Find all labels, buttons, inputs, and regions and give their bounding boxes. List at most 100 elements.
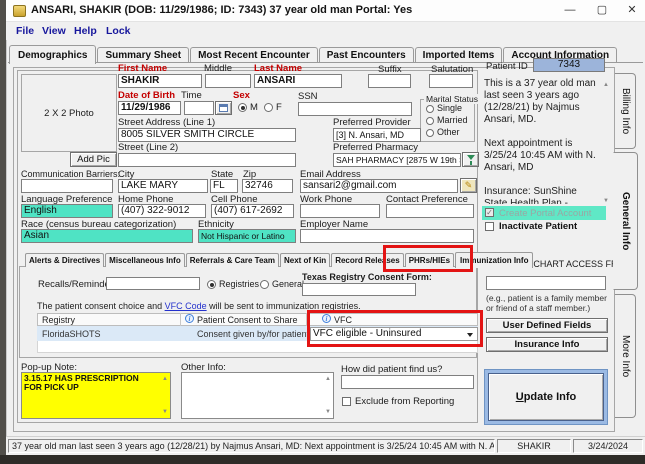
street2-input[interactable] xyxy=(118,153,296,167)
general-radio[interactable] xyxy=(260,280,269,289)
registry-cell: FloridaSHOTS xyxy=(42,329,101,339)
add-pic-button[interactable]: Add Pic xyxy=(70,152,117,167)
tab-most-recent-encounter[interactable]: Most Recent Encounter xyxy=(190,47,318,63)
sex-male-radio[interactable] xyxy=(238,103,247,112)
ssn-label: SSN xyxy=(298,91,318,102)
info-icon[interactable]: i xyxy=(185,314,194,323)
photo-placeholder: 2 X 2 Photo xyxy=(21,74,117,152)
scroll-down-icon[interactable]: ▼ xyxy=(325,409,331,415)
tab-summary-sheet[interactable]: Summary Sheet xyxy=(97,47,190,63)
exclude-reporting-checkbox[interactable] xyxy=(342,397,351,406)
work-phone-input[interactable] xyxy=(300,204,380,218)
menu-view[interactable]: View xyxy=(42,25,66,37)
calendar-icon[interactable] xyxy=(215,101,232,115)
background-window-bottom-strip xyxy=(0,455,645,464)
pharmacy-picker-icon[interactable] xyxy=(462,152,479,167)
first-name-input[interactable]: SHAKIR xyxy=(118,74,202,88)
insurance-info-button[interactable]: Insurance Info xyxy=(486,337,608,352)
employer-input[interactable] xyxy=(300,229,474,243)
city-select[interactable]: LAKE MARY xyxy=(118,179,208,193)
cell-phone-input[interactable]: (407) 617-2692 xyxy=(211,204,294,218)
race-select[interactable]: Asian xyxy=(21,229,193,243)
vfc-select[interactable]: VFC eligible - Uninsured xyxy=(310,327,478,341)
home-phone-input[interactable]: (407) 322-9012 xyxy=(118,204,206,218)
language-select[interactable]: English xyxy=(21,204,113,218)
preferred-provider-select[interactable]: [3] N. Ansari, MD xyxy=(333,128,421,142)
contact-preference-select[interactable] xyxy=(386,204,474,218)
state-select[interactable]: FL xyxy=(210,179,238,193)
last-name-input[interactable]: ANSARI xyxy=(254,74,342,88)
email-input[interactable]: sansari2@gmail.com xyxy=(300,179,458,193)
menu-lock[interactable]: Lock xyxy=(106,25,131,37)
scroll-up-icon[interactable]: ▲ xyxy=(603,82,609,88)
maximize-button[interactable]: ▢ xyxy=(588,0,616,22)
dob-input[interactable]: 11/29/1986 xyxy=(118,101,181,115)
street1-input[interactable]: 8005 SILVER SMITH CIRCLE xyxy=(118,128,296,142)
consent-suffix: will be sent to immunization registries. xyxy=(206,301,361,311)
create-portal-checkbox[interactable]: ✓ xyxy=(485,208,494,217)
registry-table-empty-row xyxy=(37,341,478,353)
subtab-miscellaneous-info[interactable]: Miscellaneous Info xyxy=(105,253,185,267)
scroll-down-icon[interactable]: ▼ xyxy=(603,198,609,204)
suffix-select[interactable] xyxy=(368,74,411,88)
salutation-select[interactable] xyxy=(429,74,473,88)
street1-label: Street Address (Line 1) xyxy=(118,117,216,128)
ssn-input[interactable] xyxy=(298,102,412,116)
patient-summary-text: This is a 37 year old man last seen 3 ye… xyxy=(484,78,596,204)
scroll-down-icon[interactable]: ▼ xyxy=(162,409,168,415)
find-us-label: How did patient find us? xyxy=(341,364,443,375)
time-input[interactable] xyxy=(184,101,214,115)
subtab-next-of-kin[interactable]: Next of Kin xyxy=(279,253,331,267)
zip-input[interactable]: 32746 xyxy=(242,179,293,193)
texas-consent-select[interactable] xyxy=(302,283,416,296)
restrict-access-select[interactable] xyxy=(486,276,606,290)
photo-label: 2 X 2 Photo xyxy=(44,107,94,119)
scroll-up-icon[interactable]: ▲ xyxy=(325,376,331,382)
last-name-label: Last Name xyxy=(254,63,303,74)
time-label: Time xyxy=(181,90,202,101)
sex-male-label: M xyxy=(250,102,258,113)
vfc-code-link[interactable]: VFC Code xyxy=(165,301,207,311)
find-us-select[interactable] xyxy=(341,375,474,389)
marital-married-radio[interactable] xyxy=(426,117,434,125)
preferred-pharmacy-input[interactable]: SAH PHARMACY [2875 W 19th St.] xyxy=(333,153,461,167)
side-tab-more-info[interactable]: More Info xyxy=(615,294,636,418)
scroll-up-icon[interactable]: ▲ xyxy=(162,376,168,382)
tab-demographics[interactable]: Demographics xyxy=(9,45,97,64)
close-button[interactable]: ✕ xyxy=(619,0,645,22)
popup-note-textarea[interactable]: 3.15.17 HAS PRESCRIPTION FOR PICK UP ▲ ▼ xyxy=(21,372,171,419)
recalls-input[interactable] xyxy=(106,277,200,290)
registries-radio[interactable] xyxy=(207,280,216,289)
registries-label: Registries xyxy=(219,279,260,289)
middle-name-input[interactable] xyxy=(205,74,251,88)
consent-column-header: Patient Consent to Share xyxy=(197,315,298,325)
preferred-pharmacy-label: Preferred Pharmacy xyxy=(333,142,419,153)
subtab-phrs-hies[interactable]: PHRs/HIEs xyxy=(404,253,455,267)
sex-female-radio[interactable] xyxy=(264,103,273,112)
marital-other-radio[interactable] xyxy=(426,129,434,137)
menu-file[interactable]: File xyxy=(16,25,34,37)
create-portal-label: Create Portal Account xyxy=(499,208,592,219)
communication-barriers-select[interactable] xyxy=(21,179,113,193)
tab-past-encounters[interactable]: Past Encounters xyxy=(318,47,414,63)
menu-help[interactable]: Help xyxy=(74,25,97,37)
subtab-record-releases[interactable]: Record Releases xyxy=(331,253,404,267)
inactivate-patient-checkbox[interactable] xyxy=(485,222,494,231)
info-icon[interactable]: i xyxy=(322,314,331,323)
side-tab-billing-info[interactable]: Billing Info xyxy=(615,73,636,149)
other-info-textarea[interactable]: ▲ ▼ xyxy=(181,372,334,419)
ethnicity-select[interactable]: Not Hispanic or Latino xyxy=(198,229,296,243)
subtab-referrals-care-team[interactable]: Referrals & Care Team xyxy=(185,253,279,267)
subtab-alerts-directives[interactable]: Alerts & Directives xyxy=(25,253,105,267)
user-defined-fields-button[interactable]: User Defined Fields xyxy=(486,318,608,333)
minimize-button[interactable]: — xyxy=(556,0,584,22)
side-tab-general-info[interactable]: General Info xyxy=(613,152,638,290)
communication-barriers-label: Communication Barriers: xyxy=(21,169,121,179)
update-info-button[interactable]: Update Info xyxy=(488,373,604,421)
patient-id-label: Patient ID xyxy=(486,61,528,72)
marital-single-radio[interactable] xyxy=(426,105,434,113)
app-icon xyxy=(13,5,26,17)
email-edit-icon[interactable]: ✎ xyxy=(460,178,477,193)
patient-id-value: 7343 xyxy=(533,58,605,72)
subtab-immunization-info[interactable]: Immunization Info xyxy=(455,252,534,268)
